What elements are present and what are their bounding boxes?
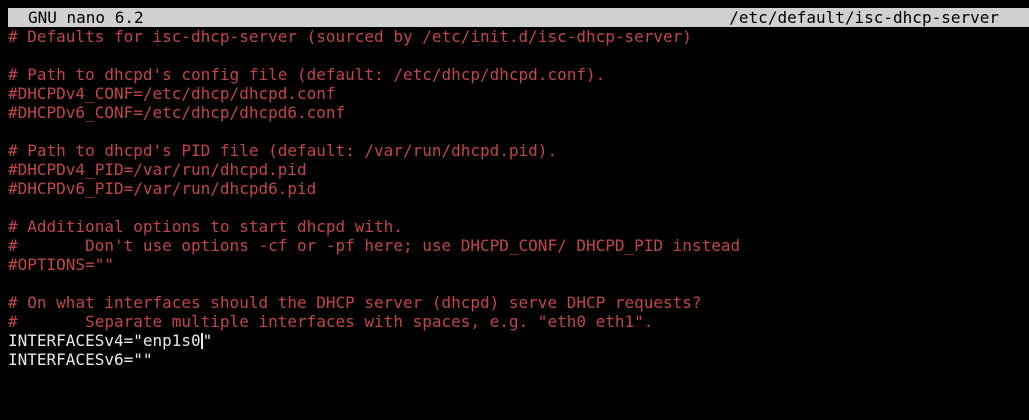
file-line: # Path to dhcpd's PID file (default: /va… [8, 141, 558, 160]
file-line: #DHCPDv4_CONF=/etc/dhcp/dhcpd.conf [8, 84, 336, 103]
file-line: # Separate multiple interfaces with spac… [8, 312, 654, 331]
interfaces-v4-text: INTERFACESv4="enp1s0 [8, 331, 201, 350]
terminal-window[interactable]: GNU nano 6.2 /etc/default/isc-dhcp-serve… [0, 0, 1029, 420]
file-line: #DHCPDv6_PID=/var/run/dhcpd6.pid [8, 179, 317, 198]
file-line: # On what interfaces should the DHCP ser… [8, 293, 702, 312]
file-line: #DHCPDv4_PID=/var/run/dhcpd.pid [8, 160, 307, 179]
editor-text-area[interactable]: # Defaults for isc-dhcp-server (sourced … [8, 27, 1029, 369]
interfaces-v6-line: INTERFACESv6="" [8, 350, 153, 369]
interfaces-v4-line: INTERFACESv4="enp1s0 " [8, 331, 1029, 350]
file-line: #DHCPDv6_CONF=/etc/dhcp/dhcpd6.conf [8, 103, 346, 122]
interfaces-v4-closing-quote: " [202, 331, 213, 350]
file-line: # Additional options to start dhcpd with… [8, 217, 403, 236]
file-line: #OPTIONS="" [8, 255, 114, 274]
file-line: # Don't use options -cf or -pf here; use… [8, 236, 741, 255]
file-line: # Path to dhcpd's config file (default: … [8, 65, 606, 84]
file-line: # Defaults for isc-dhcp-server (sourced … [8, 27, 692, 46]
file-path: /etc/default/isc-dhcp-server [729, 8, 999, 27]
nano-title-bar: GNU nano 6.2 /etc/default/isc-dhcp-serve… [8, 8, 1029, 27]
editor-version: GNU nano 6.2 [28, 8, 144, 27]
